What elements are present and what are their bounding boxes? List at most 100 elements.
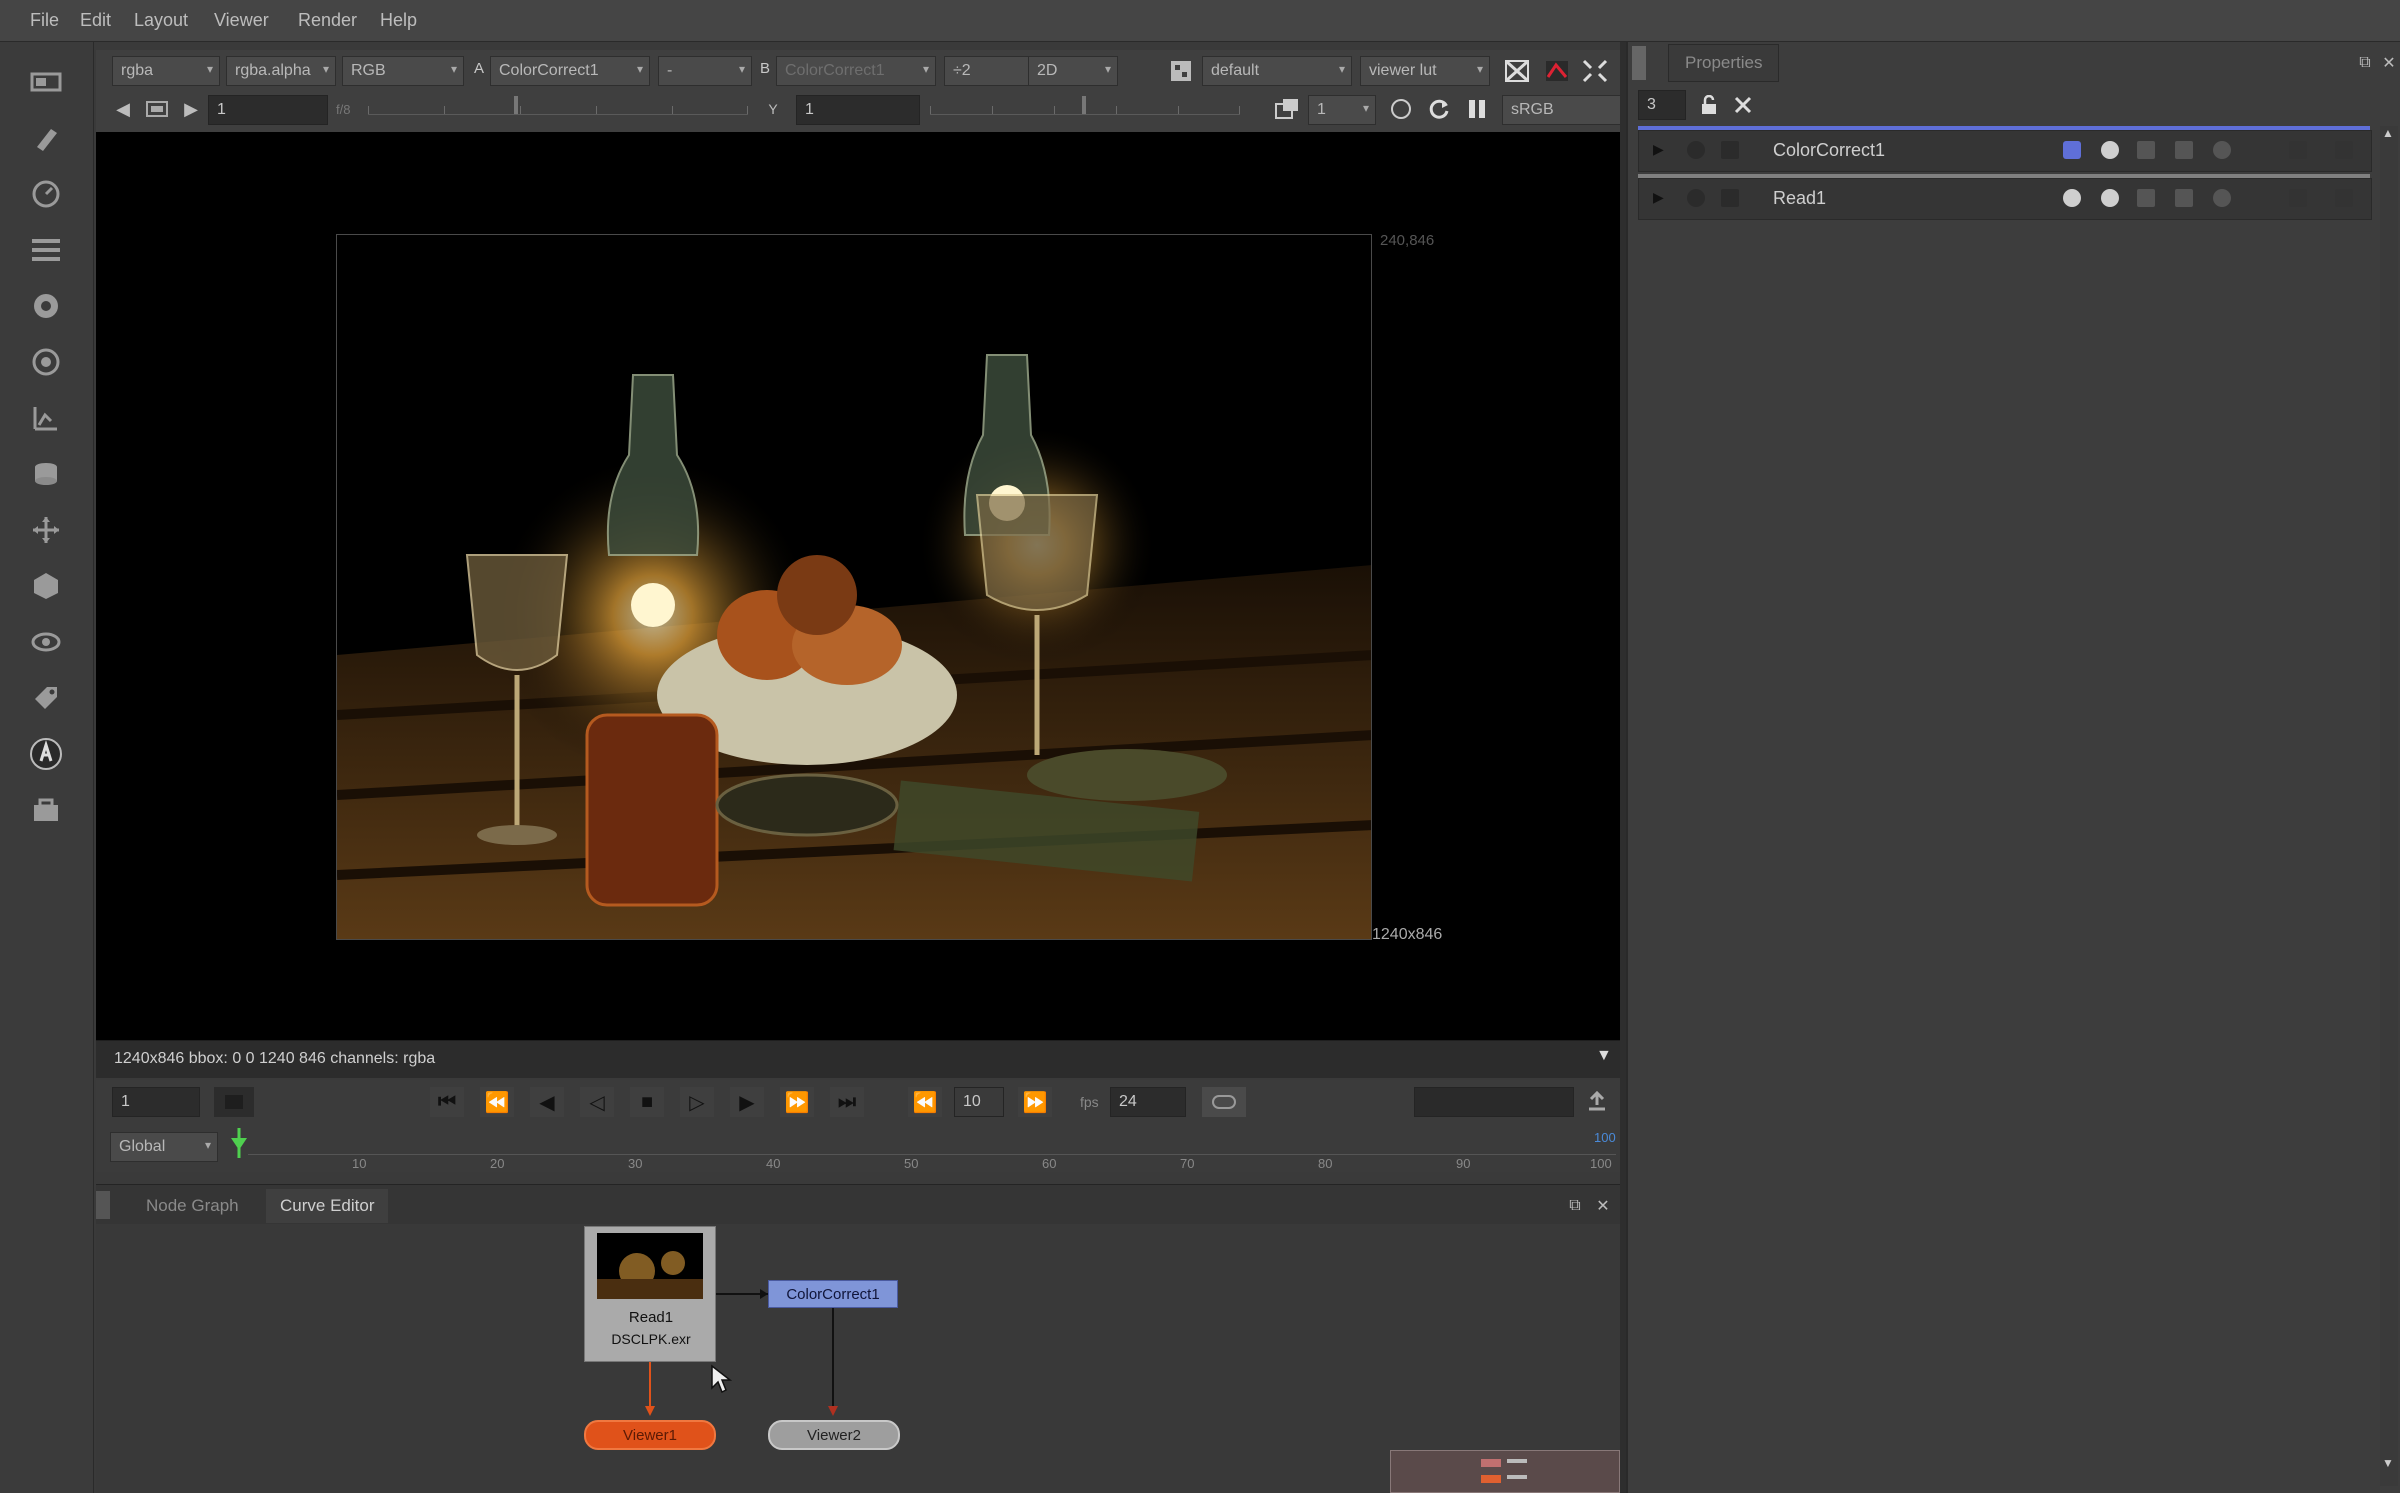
gain-field[interactable]: 1 <box>208 95 328 125</box>
play-backward-button[interactable]: ◁ <box>580 1087 614 1117</box>
skip-back-button[interactable]: ⏪ <box>908 1087 942 1117</box>
alpha-channel-dropdown[interactable]: rgba.alpha <box>226 56 336 86</box>
time-icon[interactable] <box>26 174 66 214</box>
undo-icon[interactable] <box>2137 189 2155 207</box>
pause-icon[interactable] <box>1462 94 1492 124</box>
next-arrow-icon[interactable]: ▶ <box>176 94 206 124</box>
skip-forward-button[interactable]: ⏩ <box>1018 1087 1052 1117</box>
other-nodes-icon[interactable] <box>26 734 66 774</box>
transform-icon[interactable] <box>26 510 66 550</box>
input-color-icon[interactable] <box>2063 141 2081 159</box>
end-frame-marker[interactable]: 100 <box>1594 1130 1616 1145</box>
props-pane-handle[interactable] <box>1632 46 1646 80</box>
redo-icon[interactable] <box>2175 189 2193 207</box>
render-pause-icon[interactable] <box>1386 94 1416 124</box>
menu-viewer[interactable]: Viewer <box>214 10 269 31</box>
stop-button[interactable]: ■ <box>630 1087 664 1117</box>
menu-file[interactable]: File <box>30 10 59 31</box>
row-close-icon[interactable] <box>2335 189 2353 207</box>
tab-curve-editor[interactable]: Curve Editor <box>266 1189 389 1223</box>
revert-icon[interactable] <box>2213 189 2231 207</box>
previous-keyframe-button[interactable]: ⏪ <box>480 1087 514 1117</box>
gamma-slider[interactable] <box>930 96 1240 115</box>
properties-scrollbar[interactable]: ▲ ▼ <box>2380 126 2398 1486</box>
increment-field[interactable]: 10 <box>954 1087 1004 1117</box>
prev-arrow-icon[interactable]: ◀ <box>108 94 138 124</box>
view-mode-dropdown[interactable]: 2D <box>1028 56 1118 86</box>
menu-edit[interactable]: Edit <box>80 10 111 31</box>
pane-handle[interactable] <box>96 1191 110 1219</box>
viewer2-node[interactable]: Viewer2 <box>768 1420 900 1450</box>
roi-icon[interactable] <box>1502 56 1532 86</box>
lut-icon[interactable] <box>1166 56 1196 86</box>
draw-icon[interactable] <box>26 118 66 158</box>
input-b-dropdown[interactable]: ColorCorrect1 <box>776 56 936 86</box>
frame-settings-icon[interactable] <box>214 1087 254 1117</box>
toolsets-icon[interactable] <box>26 790 66 830</box>
timeline[interactable]: Global 10 20 30 40 50 60 70 80 90 100 10… <box>96 1124 1620 1172</box>
flipbook-icon[interactable] <box>1582 1087 1612 1117</box>
float-icon[interactable] <box>2289 141 2307 159</box>
playback-mode-icon[interactable] <box>1202 1087 1246 1117</box>
close-pane-icon[interactable]: ✕ <box>1588 1191 1618 1221</box>
frame-range-dropdown[interactable]: 1 <box>1308 95 1376 125</box>
menu-layout[interactable]: Layout <box>134 10 188 31</box>
menu-render[interactable]: Render <box>298 10 357 31</box>
playhead-marker[interactable] <box>230 1128 248 1158</box>
clipping-warning-icon[interactable] <box>1542 56 1572 86</box>
menu-help[interactable]: Help <box>380 10 417 31</box>
float-icon[interactable] <box>2289 189 2307 207</box>
collapse-arrow-icon[interactable]: ▶ <box>1653 141 1664 158</box>
scroll-down-icon[interactable]: ▼ <box>2382 1456 2394 1470</box>
tab-node-graph[interactable]: Node Graph <box>132 1189 253 1223</box>
undo-icon[interactable] <box>2137 141 2155 159</box>
display-channels-dropdown[interactable]: RGB <box>342 56 464 86</box>
info-bar-dropdown-icon[interactable]: ▼ <box>1596 1047 1612 1065</box>
first-frame-button[interactable]: ⏮ <box>430 1087 464 1117</box>
play-forward-button[interactable]: ▷ <box>680 1087 714 1117</box>
views-icon[interactable] <box>26 622 66 662</box>
properties-row-colorcorrect[interactable]: ▶ ColorCorrect1 <box>1638 130 2372 172</box>
node-graph[interactable]: Read1 DSCLPK.exr ColorCorrect1 Viewer1 V… <box>96 1224 1620 1493</box>
pane-splitter[interactable] <box>1620 42 1626 1493</box>
zoom-fit-icon[interactable] <box>1580 56 1610 86</box>
current-frame-field[interactable]: 1 <box>112 1087 200 1117</box>
next-frame-button[interactable]: ▶ <box>730 1087 764 1117</box>
refresh-icon[interactable] <box>1424 94 1454 124</box>
float-pane-icon[interactable]: ⧉ <box>1560 1191 1590 1221</box>
tab-properties[interactable]: Properties <box>1668 44 1780 82</box>
filter-icon[interactable] <box>26 342 66 382</box>
color-wheel-icon[interactable] <box>2101 189 2119 207</box>
node-color-icon[interactable] <box>1687 189 1705 207</box>
max-panels-field[interactable]: 3 <box>1638 90 1686 120</box>
channels-dropdown[interactable]: rgba <box>112 56 220 86</box>
color-icon[interactable] <box>26 286 66 326</box>
viewer-canvas[interactable]: 240,846 1240x846 <box>96 132 1620 1040</box>
viewer1-node[interactable]: Viewer1 <box>584 1420 716 1450</box>
color-wheel-icon[interactable] <box>2101 141 2119 159</box>
last-frame-button[interactable]: ⏭ <box>830 1087 864 1117</box>
input-color-icon[interactable] <box>2063 189 2081 207</box>
fps-field[interactable]: 24 <box>1110 1087 1186 1117</box>
scroll-up-icon[interactable]: ▲ <box>2382 126 2394 140</box>
cache-field[interactable] <box>1414 1087 1574 1117</box>
merge-icon[interactable] <box>26 454 66 494</box>
input-a-dropdown[interactable]: ColorCorrect1 <box>490 56 650 86</box>
lock-icon[interactable] <box>1694 90 1724 120</box>
proxy-toggle-icon[interactable] <box>1272 94 1302 124</box>
metadata-icon[interactable] <box>26 678 66 718</box>
viewer-lut-dropdown[interactable]: viewer lut <box>1360 56 1490 86</box>
3d-icon[interactable] <box>26 566 66 606</box>
frame-display-icon[interactable] <box>142 94 172 124</box>
channel-icon[interactable] <box>26 230 66 270</box>
redo-icon[interactable] <box>2175 141 2193 159</box>
frame-range-mode-dropdown[interactable]: Global <box>110 1132 218 1162</box>
node-color-icon[interactable] <box>1687 141 1705 159</box>
revert-icon[interactable] <box>2213 141 2231 159</box>
previous-frame-button[interactable]: ◀ <box>530 1087 564 1117</box>
next-keyframe-button[interactable]: ⏩ <box>780 1087 814 1117</box>
colorspace-dropdown[interactable]: sRGB <box>1502 95 1636 125</box>
row-close-icon[interactable] <box>2335 141 2353 159</box>
properties-row-read[interactable]: ▶ Read1 <box>1638 178 2372 220</box>
blend-mode-dropdown[interactable]: - <box>658 56 752 86</box>
